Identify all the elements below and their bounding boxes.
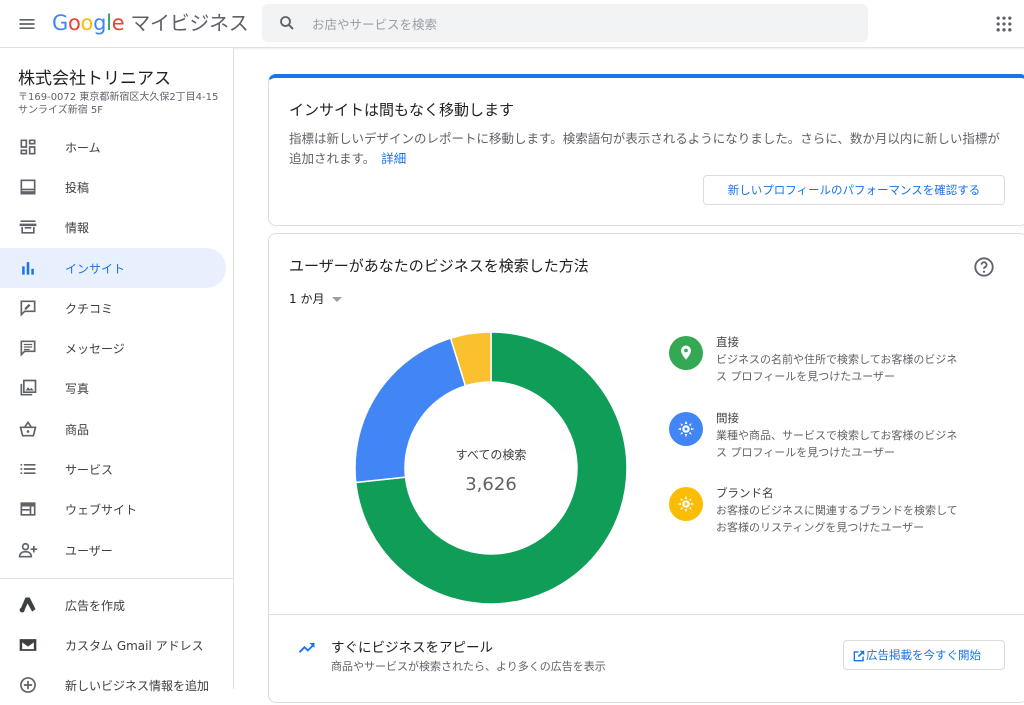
legend-title: 間接 — [716, 411, 739, 425]
product-name: マイビジネス — [130, 11, 249, 35]
business-name: 株式会社トリニアス — [18, 69, 171, 89]
sidebar-item-label: ユーザー — [65, 544, 113, 558]
sidebar-item-info[interactable]: 情報 — [0, 207, 226, 247]
logo-letter: e — [111, 11, 125, 35]
web-icon — [20, 502, 36, 516]
apps-grid-icon[interactable] — [994, 14, 1014, 34]
sidebar: 株式会社トリニアス 〒169-0072 東京都新宿区大久保2丁目4-15 サンラ… — [0, 48, 234, 693]
address-line: 〒169-0072 東京都新宿区大久保2丁目4-15 — [18, 92, 219, 103]
photo-icon — [20, 379, 37, 396]
chart-center-value: 3,626 — [465, 474, 517, 495]
start-ads-button[interactable]: 広告掲載を今すぐ開始 — [843, 640, 1005, 670]
legend-badge — [669, 487, 703, 521]
sidebar-item-label: インサイト — [65, 262, 126, 276]
compass-icon — [677, 420, 695, 438]
legend-badge — [669, 412, 703, 446]
notice-title: インサイトは間もなく移動します — [289, 101, 515, 119]
promo-title: すぐにビジネスをアピール — [331, 640, 493, 656]
sidebar-item-label: 写真 — [65, 382, 90, 396]
bar-chart-icon — [22, 262, 34, 275]
posts-icon — [20, 179, 36, 195]
sidebar-item-photos[interactable]: 写真 — [0, 368, 226, 408]
legend-title: ブランド名 — [716, 486, 774, 500]
legend-description: お客様のビジネスに関連するブランドを検索してお客様のリスティングを見つけたユーザ… — [716, 504, 958, 534]
logo-letter: g — [93, 11, 107, 35]
logo-letter: o — [67, 11, 81, 35]
sidebar-item-home[interactable]: ホーム — [0, 127, 226, 167]
review-icon — [20, 300, 36, 317]
search-box[interactable] — [262, 4, 868, 42]
badge-icon — [677, 495, 695, 513]
period-dropdown[interactable]: 1 か月 — [289, 290, 343, 307]
sidebar-item-label: 商品 — [65, 423, 90, 437]
sidebar-item-label: 新しいビジネス情報を追加 — [65, 679, 210, 693]
sidebar-item-label: カスタム Gmail アドレス — [65, 639, 204, 653]
insights-moving-notice: インサイトは間もなく移動します 指標は新しいデザインのレポートに移動します。検索… — [268, 74, 1024, 226]
open-in-new-icon — [853, 650, 865, 662]
card-title: ユーザーがあなたのビジネスを検索した方法 — [289, 257, 589, 275]
sidebar-item-add-business[interactable]: 新しいビジネス情報を追加 — [0, 665, 226, 705]
sidebar-item-label: メッセージ — [65, 342, 125, 356]
notice-body: 指標は新しいデザインのレポートに移動します。検索語句が表示されるようになりました… — [289, 129, 1009, 169]
basket-icon — [19, 420, 37, 437]
address-line: サンライズ新宿 5F — [18, 105, 103, 116]
sidebar-item-users[interactable]: ユーザー — [0, 530, 226, 570]
sidebar-item-label: ホーム — [65, 141, 101, 155]
legend-title: 直接 — [716, 335, 739, 349]
card-divider — [269, 614, 1024, 615]
gmail-icon — [19, 639, 37, 651]
sidebar-divider — [0, 578, 233, 579]
legend-description: ビジネスの名前や住所で検索してお客様のビジネス プロフィールを見つけたユーザー — [716, 353, 958, 383]
sidebar-item-label: 投稿 — [65, 181, 90, 195]
message-icon — [20, 340, 36, 357]
promo-subtitle: 商品やサービスが検索されたら、より多くの広告を表示 — [331, 660, 606, 673]
chevron-down-icon — [332, 297, 343, 302]
sidebar-item-posts[interactable]: 投稿 — [0, 167, 226, 207]
logo-letter: G — [52, 11, 68, 35]
sidebar-item-label: サービス — [65, 463, 114, 477]
list-icon — [20, 464, 36, 474]
chart-center-label: すべての検索 — [456, 448, 527, 462]
sidebar-item-label: 情報 — [65, 221, 90, 235]
sidebar-item-label: 広告を作成 — [65, 599, 126, 613]
legend-description: 業種や商品、サービスで検索してお客様のビジネス プロフィールを見つけたユーザー — [716, 429, 958, 459]
logo-letter: o — [80, 11, 94, 35]
search-donut-chart: すべての検索 3,626 — [355, 332, 627, 604]
sidebar-item-messages[interactable]: メッセージ — [0, 328, 226, 368]
top-app-bar: Google マイビジネス — [0, 0, 1024, 48]
sidebar-item-reviews[interactable]: クチコミ — [0, 288, 226, 328]
search-icon — [280, 16, 294, 30]
learn-more-link[interactable]: 詳細 — [381, 151, 406, 166]
add-circle-icon — [20, 677, 36, 693]
sidebar-item-website[interactable]: ウェブサイト — [0, 489, 226, 529]
help-icon[interactable] — [973, 256, 995, 278]
google-ads-icon — [19, 597, 36, 613]
sidebar-item-create-ad[interactable]: 広告を作成 — [0, 585, 226, 625]
view-performance-button[interactable]: 新しいプロフィールのパフォーマンスを確認する — [703, 175, 1005, 205]
google-my-business-logo[interactable]: Google マイビジネス — [52, 10, 249, 36]
sidebar-item-services[interactable]: サービス — [0, 449, 226, 489]
sidebar-item-products[interactable]: 商品 — [0, 409, 226, 449]
sidebar-item-gmail[interactable]: カスタム Gmail アドレス — [0, 625, 226, 665]
sidebar-item-label: クチコミ — [65, 302, 114, 316]
business-address: 〒169-0072 東京都新宿区大久保2丁目4-15 サンライズ新宿 5F — [18, 91, 232, 117]
donut-slice-2[interactable] — [355, 337, 467, 484]
period-value: 1 か月 — [289, 292, 325, 306]
add-user-icon — [18, 542, 38, 558]
search-input[interactable] — [310, 8, 854, 40]
start-ads-label: 広告掲載を今すぐ開始 — [866, 648, 981, 662]
storefront-icon — [19, 220, 37, 234]
search-breakdown-card: ユーザーがあなたのビジネスを検索した方法 1 か月 すべての検索 3,626 直… — [268, 233, 1024, 703]
dashboard-icon — [20, 139, 36, 155]
trending-up-icon — [298, 643, 315, 653]
menu-icon[interactable] — [17, 14, 37, 34]
sidebar-item-label: ウェブサイト — [65, 503, 138, 517]
sidebar-item-insights[interactable]: インサイト — [0, 248, 226, 288]
legend-badge — [669, 336, 703, 370]
location-pin-icon — [681, 345, 691, 360]
